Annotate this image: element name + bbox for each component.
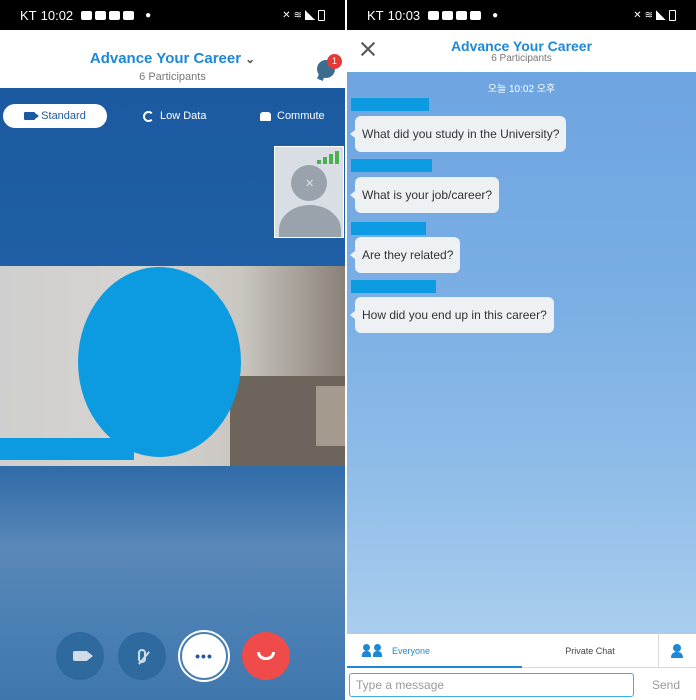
- more-options-button[interactable]: •••: [180, 632, 228, 680]
- youtube-notification-icon: [428, 10, 440, 20]
- mode-commute[interactable]: Commute: [260, 104, 325, 128]
- cell-signal-icon: [305, 10, 315, 20]
- blog-notification-icon: [123, 10, 135, 20]
- message-bubble[interactable]: Are they related?: [349, 237, 461, 273]
- signal-strength-icon: [317, 150, 341, 164]
- cell-signal-icon: [656, 10, 666, 20]
- mode-label: Standard: [41, 110, 86, 122]
- avatar-body: [279, 205, 341, 237]
- more-dots-icon: •••: [195, 648, 213, 664]
- redacted-sender-name: [351, 280, 436, 293]
- carrier-label: KT: [20, 7, 37, 23]
- mode-label: Low Data: [160, 110, 207, 122]
- mute-status-icon: ✕: [633, 9, 642, 21]
- status-indicators: ✕ ≋: [633, 9, 676, 21]
- tab-private-chat[interactable]: Private Chat: [522, 634, 658, 668]
- hang-up-icon: [257, 652, 275, 660]
- blog-notification-icon: [470, 10, 482, 20]
- participant-count: 6 Participants: [139, 71, 206, 83]
- muted-mic-icon: ✕: [305, 178, 315, 190]
- video-object: [316, 386, 345, 446]
- mode-label: Commute: [277, 110, 325, 122]
- youtube-notification-icon: [95, 10, 107, 20]
- chat-screen: KT 10:03 ● ✕ ≋ Advance Your Career 6 Par…: [347, 0, 696, 700]
- more-notifications-dot-icon: ●: [492, 9, 499, 21]
- battery-icon: [318, 9, 325, 21]
- redacted-sender-name: [351, 159, 432, 172]
- youtube-notification-icon: [456, 10, 468, 20]
- meeting-title[interactable]: Advance Your Career ⌄: [0, 50, 345, 67]
- chevron-down-icon[interactable]: ⌄: [245, 52, 255, 66]
- video-camera-icon: [24, 112, 40, 120]
- status-indicators: ✕ ≋: [282, 9, 325, 21]
- bandwidth-mode-selector: Standard Low Data Commute: [0, 104, 345, 130]
- toggle-video-button[interactable]: [56, 632, 104, 680]
- redacted-participant-name: [0, 438, 134, 460]
- message-bubble[interactable]: What is your job/career?: [349, 177, 500, 213]
- meeting-title-text: Advance Your Career: [89, 50, 242, 67]
- clock: 10:03: [387, 7, 421, 23]
- message-bubble[interactable]: How did you end up in this career?: [350, 297, 554, 333]
- carrier-label: KT: [367, 7, 384, 23]
- redacted-face: [78, 267, 241, 457]
- end-call-button[interactable]: [242, 632, 290, 680]
- status-bar: KT 10:02 ● ✕ ≋: [0, 0, 345, 30]
- meeting-title: Advance Your Career: [450, 38, 593, 54]
- message-list[interactable]: [347, 72, 696, 634]
- call-header[interactable]: Advance Your Career ⌄ 6 Participants: [0, 30, 345, 88]
- youtube-notification-icon: [442, 10, 454, 20]
- redacted-sender-name: [351, 222, 426, 235]
- participant-icon[interactable]: [658, 634, 696, 668]
- message-bubble[interactable]: What did you study in the University?: [349, 116, 567, 152]
- status-bar: KT 10:03 ● ✕ ≋: [347, 0, 696, 30]
- message-input[interactable]: [349, 673, 634, 697]
- unread-badge: 1: [327, 54, 342, 69]
- message-composer: Send: [347, 668, 696, 700]
- video-background-lower: [0, 466, 345, 700]
- wifi-icon: ≋: [293, 9, 302, 21]
- video-off-icon: [72, 651, 93, 661]
- battery-icon: [669, 9, 676, 21]
- date-divider: 오늘 10:02 오후: [487, 84, 556, 95]
- video-call-screen: KT 10:02 ● ✕ ≋ Advance Your Career ⌄ 6 Pa…: [0, 0, 345, 700]
- car-icon: [260, 111, 271, 121]
- low-data-icon: [143, 110, 154, 122]
- mic-off-icon: [138, 649, 146, 663]
- youtube-notification-icon: [109, 10, 121, 20]
- participant-count: 6 Participants: [491, 53, 552, 64]
- mode-low-data[interactable]: Low Data: [143, 104, 206, 128]
- tab-label: Everyone: [392, 646, 431, 656]
- group-icon: [361, 644, 383, 658]
- chat-tabs: Everyone Private Chat: [347, 634, 696, 668]
- clock: 10:02: [40, 7, 74, 23]
- more-notifications-dot-icon: ●: [145, 9, 152, 21]
- toggle-mic-button[interactable]: [118, 632, 166, 680]
- send-button[interactable]: Send: [652, 678, 680, 692]
- wifi-icon: ≋: [644, 9, 653, 21]
- tab-everyone[interactable]: Everyone: [347, 634, 522, 668]
- chat-header: Advance Your Career 6 Participants: [347, 30, 696, 72]
- redacted-sender-name: [351, 98, 429, 111]
- mute-status-icon: ✕: [282, 9, 291, 21]
- mode-standard[interactable]: Standard: [3, 104, 107, 128]
- youtube-notification-icon: [81, 10, 93, 20]
